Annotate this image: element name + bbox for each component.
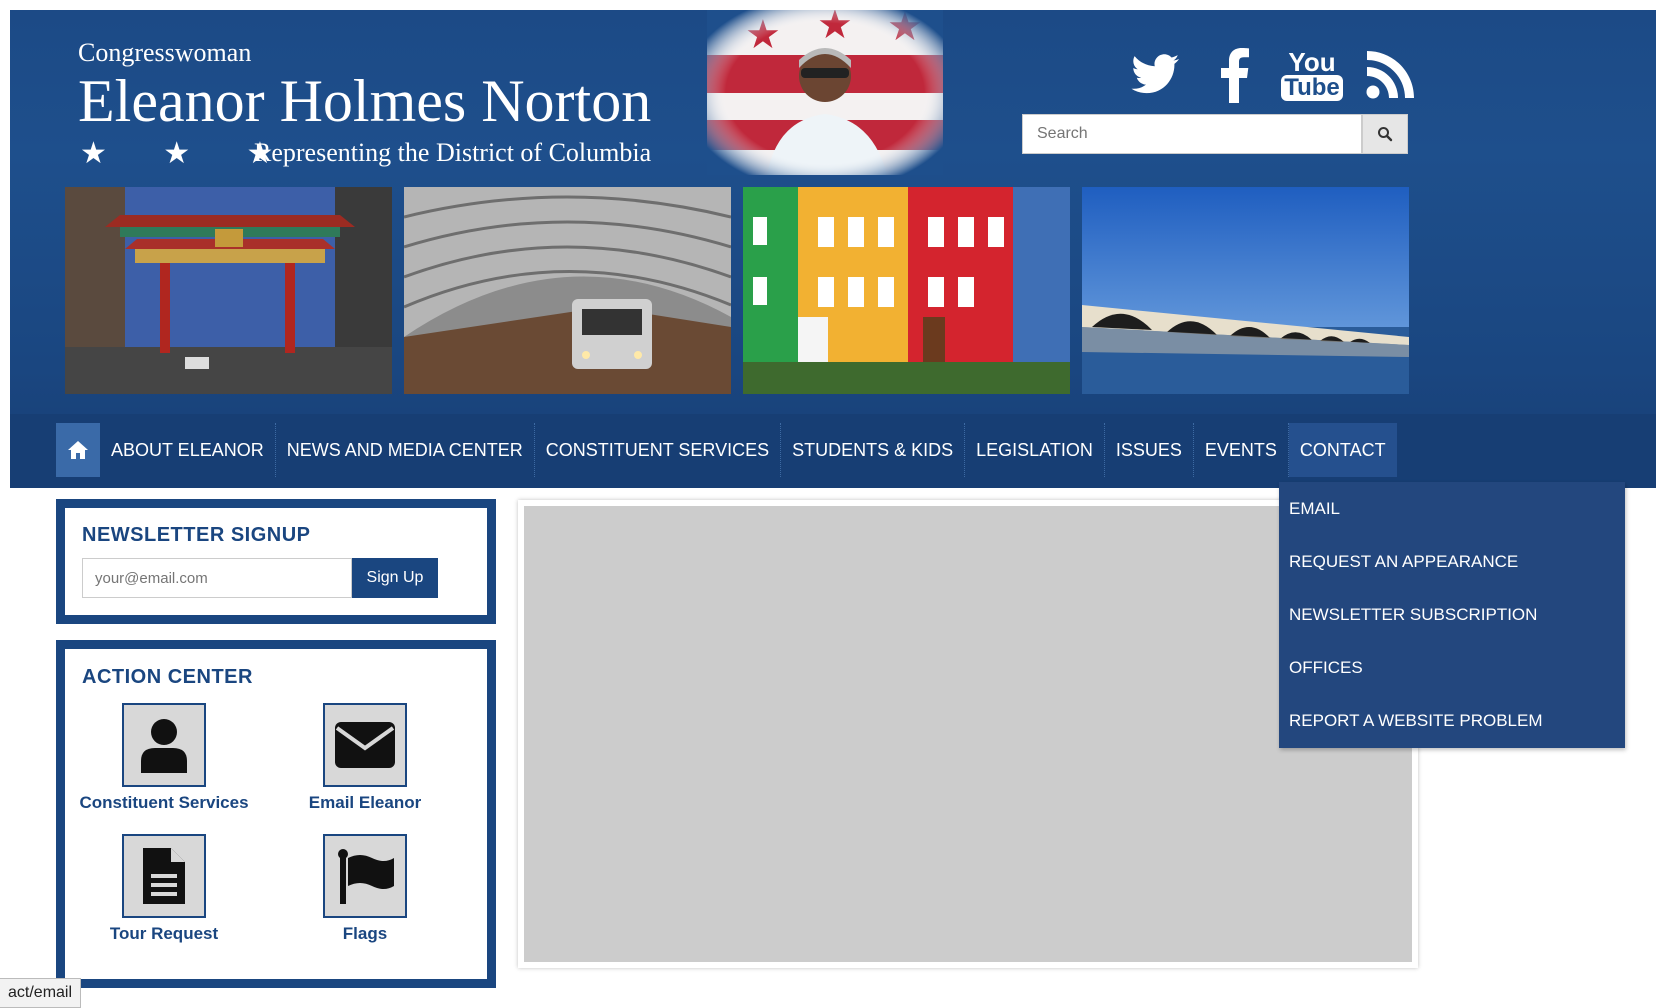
logo-name: Eleanor Holmes Norton [78, 68, 652, 134]
newsletter-form: Sign Up [82, 558, 438, 598]
person-icon [122, 703, 206, 787]
header-photo-strip [65, 187, 1409, 394]
search-icon [1378, 127, 1393, 142]
action-tile-label: Email Eleanor [308, 793, 422, 812]
action-tile-label: Constituent Services [79, 793, 249, 812]
contact-dropdown-menu: EMAIL REQUEST AN APPEARANCE NEWSLETTER S… [1279, 482, 1625, 748]
nav-contact[interactable]: CONTACT [1288, 423, 1397, 477]
nav-students-kids[interactable]: STUDENTS & KIDS [781, 423, 966, 477]
action-tile-tour-request[interactable]: Tour Request [79, 834, 249, 944]
action-tile-label: Tour Request [109, 924, 219, 943]
header-portrait-image: ★ ★ ★ [707, 10, 943, 175]
nav-home-button[interactable] [56, 423, 100, 477]
main-navigation: ABOUT ELEANOR NEWS AND MEDIA CENTER CONS… [10, 414, 1656, 488]
nav-legislation[interactable]: LEGISLATION [965, 423, 1105, 477]
rss-icon[interactable] [1364, 46, 1416, 104]
document-icon [122, 834, 206, 918]
newsletter-email-input[interactable] [82, 558, 352, 598]
youtube-bottom-text: Tube [1281, 75, 1343, 101]
youtube-top-text: You [1288, 47, 1336, 77]
menu-item-request-appearance[interactable]: REQUEST AN APPEARANCE [1279, 535, 1625, 588]
search-button[interactable] [1362, 114, 1408, 154]
nav-events[interactable]: EVENTS [1194, 423, 1289, 477]
menu-item-report-website-problem[interactable]: REPORT A WEBSITE PROBLEM [1279, 694, 1625, 747]
menu-item-newsletter-subscription[interactable]: NEWSLETTER SUBSCRIPTION [1279, 588, 1625, 641]
action-tile-label: Flags [342, 924, 388, 943]
search-input[interactable] [1022, 114, 1362, 154]
chinatown-gate-photo [65, 187, 392, 394]
nav-about-eleanor[interactable]: ABOUT ELEANOR [100, 423, 276, 477]
nav-news-media-center[interactable]: NEWS AND MEDIA CENTER [276, 423, 535, 477]
search-form [1022, 114, 1408, 154]
site-logo[interactable]: Congresswoman Eleanor Holmes Norton ★ ★ … [78, 38, 651, 172]
home-icon [68, 441, 88, 459]
newsletter-signup-box: NEWSLETTER SIGNUP Sign Up [56, 499, 496, 624]
menu-item-email[interactable]: EMAIL [1279, 482, 1625, 535]
nav-constituent-services[interactable]: CONSTITUENT SERVICES [535, 423, 782, 477]
youtube-icon[interactable]: You Tube [1281, 46, 1343, 104]
nav-issues[interactable]: ISSUES [1105, 423, 1194, 477]
newsletter-title: NEWSLETTER SIGNUP [82, 524, 311, 546]
newsletter-signup-button[interactable]: Sign Up [352, 558, 438, 598]
metro-station-photo [404, 187, 731, 394]
action-center-title: ACTION CENTER [82, 666, 253, 688]
logo-subtitle: Representing the District of Columbia [254, 138, 652, 167]
facebook-icon[interactable] [1208, 46, 1260, 104]
envelope-icon [323, 703, 407, 787]
flag-icon [323, 834, 407, 918]
action-tile-flags[interactable]: Flags [280, 834, 450, 944]
memorial-bridge-photo [1082, 187, 1409, 394]
action-center-box: ACTION CENTER Constituent Services Email… [56, 640, 496, 988]
twitter-icon[interactable] [1130, 46, 1182, 104]
rowhouses-photo [743, 187, 1070, 394]
menu-item-offices[interactable]: OFFICES [1279, 641, 1625, 694]
action-tile-email-eleanor[interactable]: Email Eleanor [280, 703, 450, 813]
browser-status-url: act/email [0, 978, 82, 1008]
action-tile-constituent-services[interactable]: Constituent Services [79, 703, 249, 813]
social-links: You Tube [1130, 46, 1416, 104]
logo-pretitle: Congresswoman [78, 38, 252, 67]
